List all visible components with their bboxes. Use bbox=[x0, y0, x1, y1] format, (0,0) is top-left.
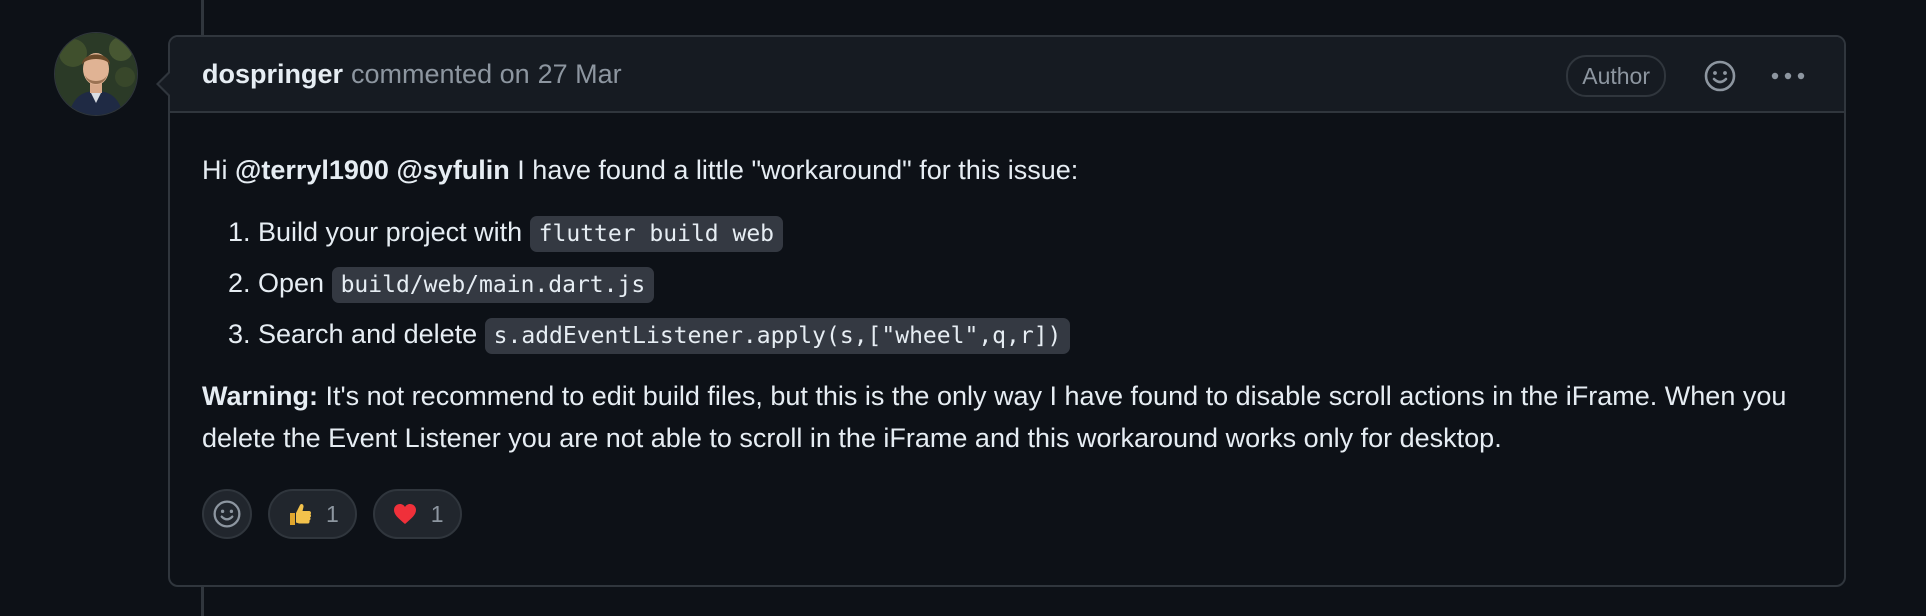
reactions-bar: 1 1 bbox=[170, 489, 1844, 539]
smiley-icon bbox=[1704, 60, 1736, 92]
intro-prefix: Hi bbox=[202, 155, 235, 185]
step-text: Search and delete bbox=[258, 319, 485, 349]
comment-card: dospringer commented on 27 Mar Author Hi… bbox=[156, 35, 1846, 587]
smiley-icon bbox=[213, 500, 241, 528]
add-reaction-button[interactable] bbox=[1702, 58, 1738, 94]
comment-date[interactable]: 27 Mar bbox=[538, 59, 622, 90]
reaction-heart-button[interactable]: 1 bbox=[372, 489, 462, 539]
warning-paragraph: Warning: It's not recommend to edit buil… bbox=[202, 375, 1812, 459]
reaction-picker-button[interactable] bbox=[202, 489, 252, 539]
reaction-thumbs-up-button[interactable]: 1 bbox=[268, 489, 357, 539]
inline-code: flutter build web bbox=[529, 216, 784, 252]
kebab-horizontal-icon bbox=[1771, 72, 1805, 80]
reaction-count: 1 bbox=[430, 500, 444, 527]
warning-label: Warning: bbox=[202, 381, 318, 411]
inline-code: build/web/main.dart.js bbox=[331, 267, 655, 303]
list-item: Search and delete s.addEventListener.app… bbox=[258, 313, 1812, 357]
intro-paragraph: Hi @terryl1900 @syfulin I have found a l… bbox=[202, 149, 1812, 191]
avatar[interactable] bbox=[54, 32, 138, 116]
steps-list: Build your project with flutter build we… bbox=[202, 211, 1812, 357]
mention-syfulin[interactable]: @syfulin bbox=[396, 155, 509, 185]
avatar-image bbox=[55, 33, 137, 115]
step-text: Open bbox=[258, 268, 332, 298]
comment-action-text: commented on bbox=[351, 58, 530, 89]
step-text: Build your project with bbox=[258, 217, 530, 247]
heart-icon bbox=[391, 503, 419, 525]
warning-text: It's not recommend to edit build files, … bbox=[202, 381, 1787, 453]
comment-header: dospringer commented on 27 Mar Author bbox=[170, 37, 1844, 113]
inline-code: s.addEventListener.apply(s,["wheel",q,r]… bbox=[484, 318, 1071, 354]
author-name[interactable]: dospringer bbox=[202, 59, 343, 90]
thumbs-up-icon bbox=[286, 501, 314, 527]
comment-body: Hi @terryl1900 @syfulin I have found a l… bbox=[170, 113, 1844, 459]
comment-caret-inner bbox=[159, 73, 170, 95]
reaction-count: 1 bbox=[326, 500, 339, 527]
header-actions: Author bbox=[1566, 55, 1808, 97]
list-item: Open build/web/main.dart.js bbox=[258, 262, 1812, 306]
intro-suffix: I have found a little "workaround" for t… bbox=[509, 155, 1079, 185]
mention-terryl1900[interactable]: @terryl1900 bbox=[235, 155, 389, 185]
author-badge: Author bbox=[1566, 55, 1666, 97]
list-item: Build your project with flutter build we… bbox=[258, 211, 1812, 255]
more-options-button[interactable] bbox=[1768, 58, 1808, 94]
